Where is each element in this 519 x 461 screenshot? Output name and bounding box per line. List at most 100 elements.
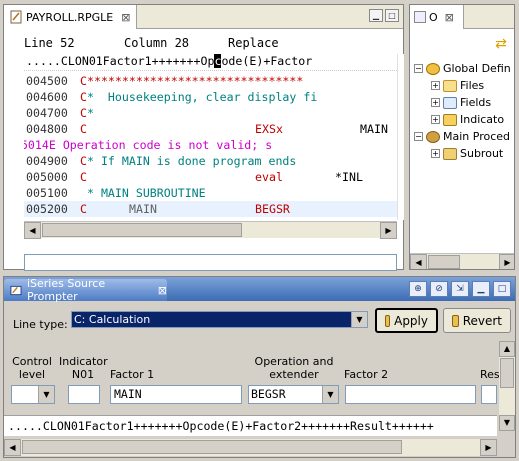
sequence-number: 004600 — [26, 90, 68, 104]
column-ruler: .....CLON01Factor1+++++++Opcode(E)+Facto… — [24, 54, 397, 71]
apply-button-label: Apply — [394, 313, 428, 328]
chevron-down-icon[interactable]: ▼ — [351, 312, 367, 327]
control-level-select[interactable]: ▼ — [11, 385, 55, 404]
apply-icon — [385, 314, 391, 327]
outline-tree[interactable]: − Global Defin + Files + Fields + Indica… — [414, 60, 514, 162]
code-row[interactable]: 005000 Ceval *INL — [24, 169, 397, 185]
comment-text: * — [86, 106, 94, 120]
minimize-icon[interactable]: ▁ — [369, 9, 383, 22]
revert-button[interactable]: Revert — [443, 308, 511, 333]
line-type-label: Line type: — [13, 318, 68, 331]
result-header: Res — [480, 368, 500, 381]
outline-pane: O ⊠ ⇄ − Global Defin + Files + Fields + … — [409, 4, 515, 270]
editor-horizontal-scrollbar[interactable]: ◀ ▶ — [24, 221, 397, 239]
close-icon[interactable]: ⊠ — [445, 11, 454, 24]
tree-item-files[interactable]: + Files — [414, 77, 514, 94]
error-message: RNF5014E Operation code is not valid; s — [24, 138, 273, 152]
result-input[interactable] — [481, 385, 497, 404]
code-row[interactable]: 004700 C* — [24, 105, 397, 121]
factor2-input[interactable] — [345, 385, 476, 404]
line-indicator: Line 52 — [24, 36, 75, 50]
maximize-icon[interactable]: □ — [493, 281, 511, 297]
code-row[interactable]: 005100 * MAIN SUBROUTINE — [24, 185, 397, 201]
spec-type: C — [80, 202, 87, 216]
indicators-icon — [443, 113, 457, 126]
revert-button-label: Revert — [462, 313, 502, 328]
tree-item-subroutines[interactable]: + Subrout — [414, 145, 514, 162]
scroll-up-icon[interactable]: ▲ — [499, 341, 515, 357]
opcode-text: EXSx — [255, 122, 283, 136]
editor-status-line: Line 52 Column 28 Replace — [24, 36, 403, 52]
scroll-right-icon[interactable]: ▶ — [480, 439, 497, 456]
ruler-text-before: .....CLON01Factor1+++++++Op — [26, 54, 215, 68]
outline-tab[interactable]: O ⊠ — [410, 5, 464, 29]
scroll-right-icon[interactable]: ▶ — [499, 254, 514, 269]
prompter-tab[interactable]: iSeries Source Prompter ⊠ — [4, 277, 167, 303]
tree-item-label: Fields — [460, 96, 492, 109]
code-row[interactable]: 004500 C******************************* — [24, 73, 397, 89]
scroll-down-icon[interactable]: ▼ — [499, 415, 515, 431]
chevron-down-icon[interactable]: ▼ — [322, 386, 338, 403]
prompter-horizontal-scrollbar[interactable]: ◀ ▶ — [4, 439, 497, 456]
code-row-current[interactable]: 005200 C MAIN BEGSR — [24, 201, 397, 217]
pin-icon[interactable]: ⊕ — [409, 281, 427, 297]
scroll-left-icon[interactable]: ◀ — [24, 222, 41, 239]
expand-icon[interactable]: + — [431, 81, 440, 90]
scroll-left-icon[interactable]: ◀ — [410, 254, 427, 269]
export-icon[interactable]: ⇲ — [451, 281, 469, 297]
opcode-header: Operation and extender — [254, 355, 334, 381]
column-indicator: Column 28 — [124, 36, 190, 50]
code-row[interactable]: 004600 C* Housekeeping, clear display fi — [24, 89, 397, 105]
prompter-vertical-scrollbar[interactable]: ▲ ▼ — [499, 341, 515, 431]
tree-item-label: Files — [460, 79, 485, 92]
tree-item-global-definitions[interactable]: − Global Defin — [414, 60, 514, 77]
sync-icon[interactable]: ⇄ — [494, 37, 508, 51]
tree-item-main-procedure[interactable]: − Main Proced — [414, 128, 514, 145]
scroll-thumb[interactable] — [42, 223, 242, 237]
comment-text: * Housekeeping, clear display fi — [86, 90, 318, 104]
opcode-select[interactable]: BEGSR ▼ — [248, 385, 339, 404]
tree-item-fields[interactable]: + Fields — [414, 94, 514, 111]
opcode-value: BEGSR — [251, 387, 286, 401]
spec-type: C — [80, 154, 87, 168]
prompter-column-ruler: .....CLON01Factor1+++++++Opcode(E)+Facto… — [4, 415, 497, 436]
scroll-thumb[interactable] — [428, 255, 460, 269]
code-editor[interactable]: 004500 C******************************* … — [24, 73, 397, 219]
factor1-input[interactable]: MAIN — [110, 385, 242, 404]
code-row[interactable]: 004900 C* If MAIN is done program ends — [24, 153, 397, 169]
editor-tabbar: PAYROLL.RPGLE ⊠ ▁ □ — [4, 5, 403, 29]
code-row[interactable]: 004800 C EXSx MAIN — [24, 121, 397, 137]
command-line-input[interactable] — [24, 254, 397, 271]
scroll-thumb[interactable] — [500, 358, 514, 388]
factor1-text: MAIN — [129, 202, 157, 216]
revert-icon — [452, 314, 459, 327]
collapse-icon[interactable]: − — [414, 64, 423, 73]
close-icon[interactable]: ⊠ — [158, 284, 167, 297]
outline-horizontal-scrollbar[interactable]: ◀ ▶ — [410, 253, 514, 269]
scroll-thumb[interactable] — [22, 440, 402, 454]
prompter-titlebar: iSeries Source Prompter ⊠ ⊕ ⊘ ⇲ ▁ □ — [4, 277, 515, 303]
minimize-icon[interactable]: ▁ — [472, 281, 490, 297]
tree-item-label: Subrout — [460, 147, 504, 160]
editor-tab-payroll[interactable]: PAYROLL.RPGLE ⊠ — [4, 5, 138, 29]
collapse-icon[interactable]: − — [414, 132, 423, 141]
maximize-icon[interactable]: □ — [385, 9, 399, 22]
control-level-value — [12, 386, 38, 403]
scroll-left-icon[interactable]: ◀ — [4, 439, 21, 456]
expand-icon[interactable]: + — [431, 149, 440, 158]
ruler-text-after: ode(E)+Factor — [221, 54, 313, 68]
factor2-header: Factor 2 — [344, 368, 389, 381]
close-icon[interactable]: ⊠ — [121, 11, 130, 24]
control-level-header: Control level — [12, 355, 52, 381]
editor-tab-label: PAYROLL.RPGLE — [26, 10, 114, 24]
line-type-select[interactable]: C: Calculation ▼ — [71, 311, 368, 328]
expand-icon[interactable]: + — [431, 115, 440, 124]
line-type-value: C: Calculation — [72, 312, 351, 327]
tree-item-indicators[interactable]: + Indicato — [414, 111, 514, 128]
link-icon[interactable]: ⊘ — [430, 281, 448, 297]
chevron-down-icon[interactable]: ▼ — [38, 386, 54, 403]
scroll-right-icon[interactable]: ▶ — [380, 222, 397, 239]
indicator-input[interactable] — [68, 385, 100, 404]
expand-icon[interactable]: + — [431, 98, 440, 107]
apply-button[interactable]: Apply — [375, 308, 438, 333]
